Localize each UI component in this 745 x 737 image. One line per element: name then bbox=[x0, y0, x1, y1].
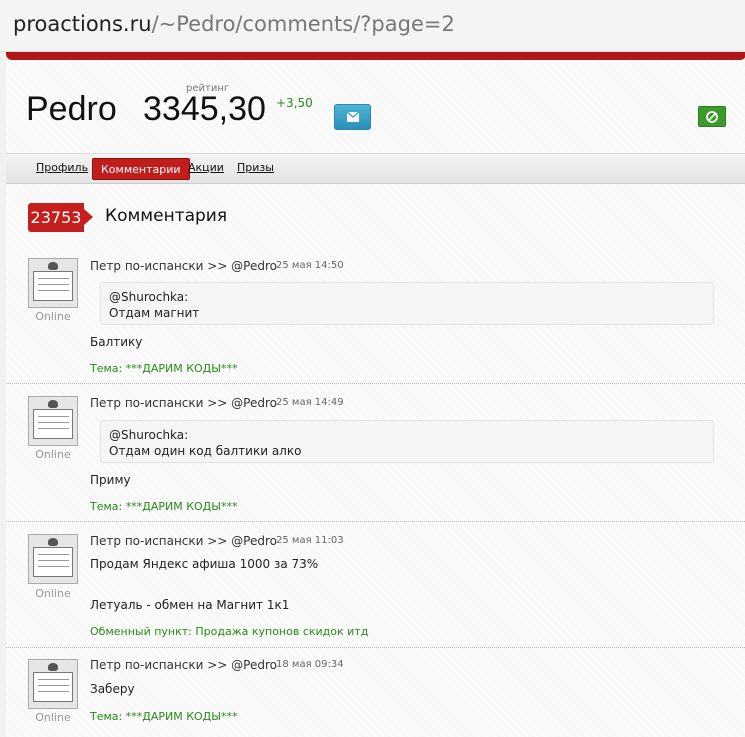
avatar-plate bbox=[33, 547, 73, 577]
comment-text: Продам Яндекс афиша 1000 за 73% bbox=[90, 557, 319, 571]
comment-item: Online Петр по-испански >> @Pedro 25 мая… bbox=[6, 248, 745, 384]
online-status: Online bbox=[35, 448, 71, 461]
tab-actions[interactable]: Акции bbox=[188, 161, 224, 174]
tab-prizes[interactable]: Призы bbox=[237, 161, 274, 174]
avatar-emblem bbox=[48, 400, 58, 408]
comment-date[interactable]: 25 мая 11:03 bbox=[276, 535, 344, 546]
tab-profile[interactable]: Профиль bbox=[36, 161, 88, 174]
comment-topic: Тема: ***ДАРИМ КОДЫ*** bbox=[90, 362, 237, 375]
comment-topic: Тема: ***ДАРИМ КОДЫ*** bbox=[90, 710, 237, 723]
online-status: Online bbox=[35, 711, 71, 724]
comment-topic: Тема: ***ДАРИМ КОДЫ*** bbox=[90, 500, 237, 513]
avatar[interactable] bbox=[28, 659, 78, 709]
block-icon bbox=[706, 111, 718, 123]
comment-quote: @Shurochka: Отдам один код балтики алко bbox=[100, 420, 714, 463]
comment-text: Приму bbox=[90, 473, 131, 487]
comment-author[interactable]: Петр по-испански >> @Pedro bbox=[90, 259, 277, 273]
profile-tabs: Профиль Комментарии Акции Призы bbox=[6, 153, 745, 184]
comment-date[interactable]: 18 мая 09:34 bbox=[276, 659, 344, 670]
comment-date[interactable]: 25 мая 14:49 bbox=[276, 397, 344, 408]
avatar[interactable] bbox=[28, 534, 78, 584]
comment-date[interactable]: 25 мая 14:50 bbox=[276, 260, 344, 271]
avatar-emblem bbox=[48, 262, 58, 270]
send-message-button[interactable] bbox=[334, 104, 371, 130]
rating-delta: +3,50 bbox=[276, 96, 313, 110]
comment-topic: Обменный пункт: Продажа купонов скидок и… bbox=[90, 625, 368, 638]
comment-author[interactable]: Петр по-испански >> @Pedro bbox=[90, 534, 277, 548]
comment-text: Заберу bbox=[90, 682, 135, 696]
topic-link[interactable]: ***ДАРИМ КОДЫ*** bbox=[126, 362, 238, 375]
quote-author[interactable]: @Shurochka: bbox=[109, 290, 188, 304]
quote-text: Отдам магнит bbox=[109, 306, 200, 320]
avatar-plate bbox=[33, 271, 73, 301]
avatar-emblem bbox=[48, 538, 58, 546]
avatar[interactable] bbox=[28, 396, 78, 446]
topic-link[interactable]: ***ДАРИМ КОДЫ*** bbox=[126, 500, 238, 513]
comment-item: Online Петр по-испански >> @Pedro 25 мая… bbox=[6, 385, 745, 522]
topic-prefix: Обменный пункт: bbox=[90, 625, 192, 638]
rating-value: 3345,30 bbox=[143, 90, 266, 128]
envelope-icon bbox=[347, 112, 359, 122]
topic-link[interactable]: ***ДАРИМ КОДЫ*** bbox=[126, 710, 238, 723]
comment-author[interactable]: Петр по-испански >> @Pedro bbox=[90, 396, 277, 410]
topic-prefix: Тема: bbox=[90, 362, 123, 375]
avatar-plate bbox=[33, 409, 73, 439]
online-status: Online bbox=[35, 310, 71, 323]
comment-item: Online Петр по-испански >> @Pedro 18 мая… bbox=[6, 649, 745, 737]
site-header-bar bbox=[6, 52, 745, 60]
comment-quote: @Shurochka: Отдам магнит bbox=[100, 282, 714, 325]
online-status: Online bbox=[35, 587, 71, 600]
quote-text: Отдам один код балтики алко bbox=[109, 444, 302, 458]
url-domain: proactions.ru bbox=[13, 12, 152, 36]
topic-prefix: Тема: bbox=[90, 710, 123, 723]
url-text[interactable]: proactions.ru/~Pedro/comments/?page=2 bbox=[13, 12, 455, 36]
avatar[interactable] bbox=[28, 258, 78, 308]
url-path: /~Pedro/comments/?page=2 bbox=[151, 12, 455, 36]
profile-username: Pedro bbox=[26, 90, 117, 128]
avatar-emblem bbox=[48, 663, 58, 671]
avatar-plate bbox=[33, 672, 73, 702]
comment-text: Балтику bbox=[90, 335, 143, 349]
topic-link[interactable]: Продажа купонов скидок итд bbox=[195, 625, 368, 638]
topic-prefix: Тема: bbox=[90, 500, 123, 513]
block-user-button[interactable] bbox=[698, 106, 726, 127]
comment-text-line2: Летуаль - обмен на Магнит 1к1 bbox=[90, 598, 290, 612]
tab-comments[interactable]: Комментарии bbox=[92, 158, 190, 180]
comment-author[interactable]: Петр по-испански >> @Pedro bbox=[90, 658, 277, 672]
quote-author[interactable]: @Shurochka: bbox=[109, 428, 188, 442]
address-bar[interactable]: proactions.ru/~Pedro/comments/?page=2 bbox=[0, 0, 745, 52]
comments-count-label: Комментария bbox=[105, 206, 228, 226]
comment-item: Online Петр по-испански >> @Pedro 25 мая… bbox=[6, 523, 745, 648]
comments-count-badge: 23753 bbox=[28, 203, 93, 232]
